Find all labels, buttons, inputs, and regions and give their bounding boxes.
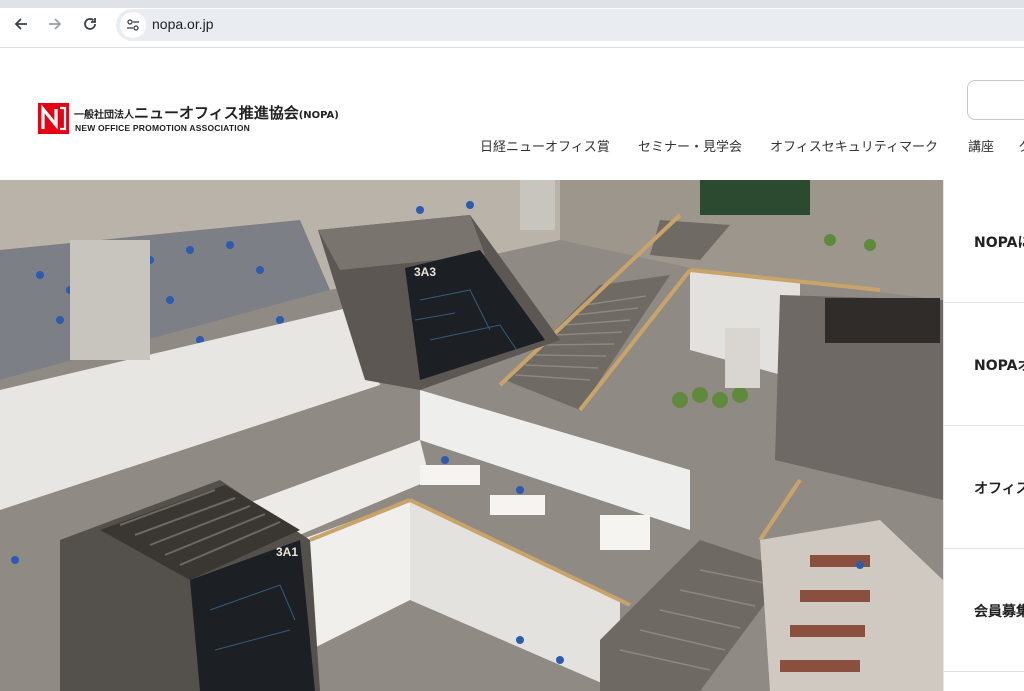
back-arrow-icon[interactable] (10, 13, 32, 35)
browser-toolbar: nopa.or.jp (0, 0, 1024, 48)
side-item-membership[interactable]: 会員募集 (944, 549, 1024, 672)
nopa-logo-icon[interactable] (38, 103, 69, 134)
site-info-icon[interactable] (120, 12, 146, 38)
side-menu: NOPAに NOPAオ オフィス 会員募集 (943, 180, 1024, 691)
nav-item-truncated[interactable]: ク (1018, 136, 1024, 155)
nav-item-seminar[interactable]: セミナー・見学会 (638, 136, 742, 155)
logo-title[interactable]: 一般社団法人ニューオフィス推進協会(NOPA) (74, 102, 339, 123)
nav-item-course[interactable]: 講座 (968, 136, 994, 155)
side-item-nopa-office[interactable]: NOPAオ (944, 303, 1024, 426)
pod-label-3a1: 3A1 (276, 545, 298, 559)
search-input[interactable] (967, 80, 1024, 120)
url-text[interactable]: nopa.or.jp (152, 16, 214, 32)
nav-item-security-mark[interactable]: オフィスセキュリティマーク (770, 136, 938, 155)
hero-image: 3A3 3A1 (0, 180, 943, 691)
forward-arrow-icon[interactable] (44, 13, 66, 35)
side-item-about[interactable]: NOPAに (944, 180, 1024, 303)
logo-org-name: ニューオフィス推進協会 (134, 104, 299, 122)
logo-english: NEW OFFICE PROMOTION ASSOCIATION (75, 123, 250, 133)
side-item-label: 会員募集 (974, 604, 1024, 620)
side-item-label: NOPAオ (974, 358, 1024, 374)
address-bar[interactable]: nopa.or.jp (116, 9, 1024, 41)
tab-strip (0, 0, 1024, 8)
reload-icon[interactable] (79, 13, 101, 35)
side-item-office[interactable]: オフィス (944, 426, 1024, 549)
logo-org-type: 一般社団法人 (74, 110, 134, 121)
side-item-label: NOPAに (974, 235, 1024, 251)
nav-item-nikkei-award[interactable]: 日経ニューオフィス賞 (480, 136, 610, 155)
side-item-label: オフィス (974, 481, 1024, 497)
logo-org-abbr: (NOPA) (298, 110, 339, 121)
pod-label-3a3: 3A3 (414, 265, 436, 279)
